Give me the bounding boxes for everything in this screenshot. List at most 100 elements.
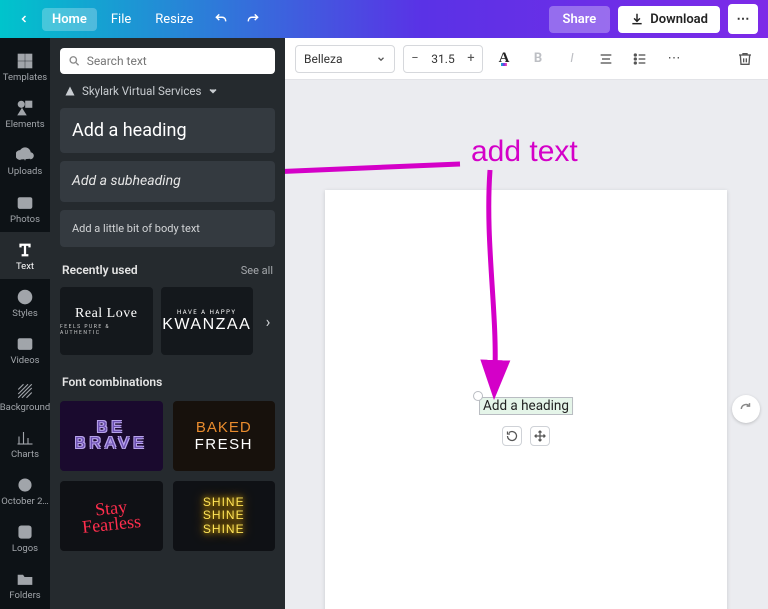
combo-line2: FRESH <box>195 436 253 453</box>
rail-charts-label: Charts <box>11 450 39 460</box>
add-subheading-button[interactable]: Add a subheading <box>60 161 275 202</box>
list-icon <box>632 51 648 67</box>
rail-logos[interactable]: co. Logos <box>0 515 50 562</box>
rail-photos-label: Photos <box>10 215 40 225</box>
elements-icon <box>16 99 34 117</box>
align-button[interactable] <box>593 45 619 73</box>
annotation-label: add text <box>471 135 578 169</box>
add-body-label: Add a little bit of body text <box>72 222 200 235</box>
chevron-down-icon <box>376 54 386 64</box>
rail-charts[interactable]: Charts <box>0 421 50 468</box>
add-body-text-button[interactable]: Add a little bit of body text <box>60 210 275 247</box>
rail-photos[interactable]: Photos <box>0 185 50 232</box>
add-heading-button[interactable]: Add a heading <box>60 108 275 153</box>
home-button[interactable]: Home <box>42 8 97 31</box>
download-button[interactable]: Download <box>618 6 720 33</box>
combo-be-brave[interactable]: BE BRAVE <box>60 401 163 471</box>
chevron-left-icon <box>18 13 30 25</box>
charts-icon <box>16 429 34 447</box>
brand-selector[interactable]: Skylark Virtual Services <box>50 84 285 98</box>
italic-icon: I <box>570 51 573 66</box>
rail-text[interactable]: Text <box>0 232 50 279</box>
italic-button[interactable]: I <box>559 45 585 73</box>
side-rail: Templates Elements Uploads Photos Text S… <box>0 38 50 609</box>
undo-button[interactable] <box>207 5 235 33</box>
rail-elements-label: Elements <box>5 120 44 130</box>
combo-line2: BRAVE <box>75 436 148 452</box>
resize-menu[interactable]: Resize <box>145 8 203 31</box>
text-panel: Skylark Virtual Services Add a heading A… <box>50 38 285 609</box>
canvas-area: Belleza − 31.5 + A B I ⋯ <box>285 38 768 609</box>
rail-uploads[interactable]: Uploads <box>0 138 50 185</box>
font-size-decrease[interactable]: − <box>404 51 426 66</box>
combo-line1: BE <box>97 420 126 436</box>
search-icon <box>68 54 81 68</box>
move-handle[interactable] <box>530 426 550 446</box>
combo-line1: BAKED <box>196 419 252 436</box>
rail-folders[interactable]: Folders <box>0 562 50 609</box>
delete-button[interactable] <box>732 45 758 73</box>
rail-background[interactable]: Background <box>0 374 50 421</box>
more-icon: ⋯ <box>737 12 750 27</box>
recent-next-button[interactable]: › <box>261 312 275 331</box>
search-box[interactable] <box>60 48 275 74</box>
font-combos-title: Font combinations <box>62 375 162 389</box>
rail-videos[interactable]: Videos <box>0 326 50 373</box>
home-label: Home <box>52 12 87 27</box>
font-size-increase[interactable]: + <box>460 51 482 66</box>
back-button[interactable] <box>10 5 38 33</box>
combo-line2: Fearless <box>81 513 141 535</box>
selection-controls <box>502 426 550 446</box>
rail-styles[interactable]: Styles <box>0 279 50 326</box>
text-color-button[interactable]: A <box>491 45 517 73</box>
rail-templates[interactable]: Templates <box>0 44 50 91</box>
rail-october-label: October 2… <box>1 497 49 507</box>
search-input[interactable] <box>87 54 267 68</box>
svg-text:co.: co. <box>21 530 30 537</box>
uploads-icon <box>16 146 34 164</box>
recently-used-title: Recently used <box>62 263 138 277</box>
recent-item-real-love[interactable]: Real Love FEELS PURE & AUTHENTIC <box>60 287 153 355</box>
move-icon <box>534 430 546 442</box>
combo-stay-fearless[interactable]: Stay Fearless <box>60 481 163 551</box>
add-subheading-label: Add a subheading <box>72 173 181 189</box>
bold-button[interactable]: B <box>525 45 551 73</box>
combo-shine[interactable]: SHINE SHINE SHINE <box>173 481 276 551</box>
card-subtitle: FEELS PURE & AUTHENTIC <box>60 324 153 336</box>
align-icon <box>598 51 614 67</box>
photos-icon <box>16 194 34 212</box>
combo-line2: SHINE <box>203 509 245 522</box>
rail-text-label: Text <box>16 262 34 272</box>
text-color-icon: A <box>499 50 510 67</box>
text-icon <box>16 241 34 259</box>
font-size-value[interactable]: 31.5 <box>426 52 460 66</box>
folder-icon <box>16 476 34 494</box>
file-menu[interactable]: File <box>101 8 141 31</box>
rotate-handle[interactable] <box>502 426 522 446</box>
more-button[interactable]: ⋯ <box>728 4 758 34</box>
background-icon <box>16 382 34 400</box>
more-text-options[interactable]: ⋯ <box>661 45 687 73</box>
combo-baked-fresh[interactable]: BAKED FRESH <box>173 401 276 471</box>
recent-item-kwanzaa[interactable]: HAVE A HAPPY KWANZAA <box>161 287 254 355</box>
see-all-link[interactable]: See all <box>241 264 273 277</box>
page-refresh-button[interactable] <box>732 395 760 423</box>
combo-line3: SHINE <box>203 523 245 536</box>
resize-label: Resize <box>155 12 193 27</box>
undo-icon <box>214 12 228 26</box>
stage[interactable]: Add a heading add text <box>285 80 768 609</box>
rail-october[interactable]: October 2… <box>0 468 50 515</box>
chevron-down-icon <box>207 85 219 97</box>
logos-icon: co. <box>16 523 34 541</box>
selected-text-element[interactable]: Add a heading <box>479 397 573 415</box>
font-family-select[interactable]: Belleza <box>295 45 395 73</box>
rail-elements[interactable]: Elements <box>0 91 50 138</box>
card-title: Real Love <box>75 306 137 322</box>
add-heading-label: Add a heading <box>72 120 187 141</box>
redo-button[interactable] <box>239 5 267 33</box>
rail-styles-label: Styles <box>12 309 38 319</box>
refresh-icon <box>739 402 753 416</box>
file-label: File <box>111 12 131 27</box>
share-button[interactable]: Share <box>549 6 611 33</box>
list-button[interactable] <box>627 45 653 73</box>
